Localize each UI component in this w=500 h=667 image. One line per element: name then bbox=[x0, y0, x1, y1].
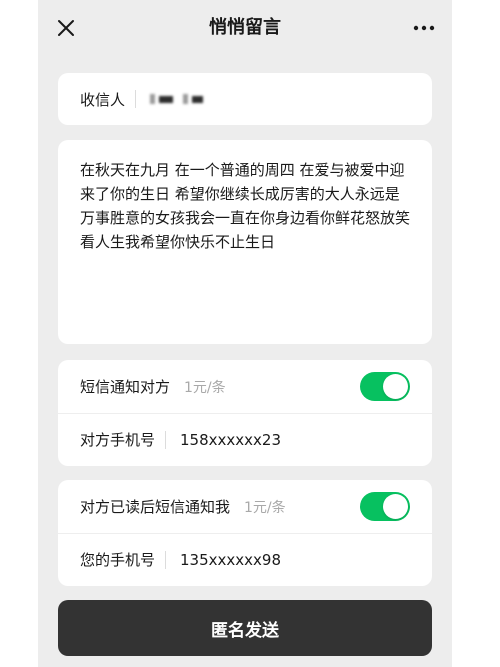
my-phone-input[interactable]: 135xxxxxx98 bbox=[180, 551, 281, 569]
field-separator bbox=[165, 550, 167, 569]
field-separator bbox=[165, 430, 167, 449]
message-card[interactable]: 在秋天在九月 在一个普通的周四 在爱与被爱中迎来了你的生日 希望你继续长成厉害的… bbox=[58, 140, 432, 344]
more-icon[interactable] bbox=[412, 18, 436, 38]
sms-notify-recipient-card: 短信通知对方 1元/条 对方手机号 158xxxxxx23 bbox=[58, 360, 432, 466]
field-separator bbox=[135, 90, 137, 108]
sms-notify-me-toggle[interactable] bbox=[360, 492, 410, 521]
message-textarea[interactable]: 在秋天在九月 在一个普通的周四 在爱与被爱中迎来了你的生日 希望你继续长成厉害的… bbox=[80, 158, 412, 254]
recipient-card: 收信人 bbox=[58, 73, 432, 125]
recipient-row[interactable]: 收信人 bbox=[58, 73, 432, 125]
my-phone-row[interactable]: 您的手机号 135xxxxxx98 bbox=[58, 533, 432, 586]
anonymous-send-button[interactable]: 匿名发送 bbox=[58, 600, 432, 656]
sms-notify-recipient-label: 短信通知对方 bbox=[80, 378, 171, 396]
sms-notify-recipient-toggle[interactable] bbox=[360, 372, 410, 401]
my-phone-label: 您的手机号 bbox=[80, 551, 156, 569]
sms-notify-me-label: 对方已读后短信通知我 bbox=[80, 498, 231, 516]
recipient-label: 收信人 bbox=[80, 90, 126, 109]
toggle-knob bbox=[383, 374, 408, 399]
recipient-value-redacted bbox=[150, 94, 204, 104]
recipient-phone-input[interactable]: 158xxxxxx23 bbox=[180, 431, 281, 449]
page-title: 悄悄留言 bbox=[209, 17, 281, 38]
app-screen: 悄悄留言 收信人 在秋天在九月 在一个普通的周四 在爱与被爱中迎来了你的生日 希… bbox=[38, 0, 452, 667]
toggle-knob bbox=[383, 494, 408, 519]
sms-notify-me-card: 对方已读后短信通知我 1元/条 您的手机号 135xxxxxx98 bbox=[58, 480, 432, 586]
sms-price-label: 1元/条 bbox=[244, 499, 286, 516]
sms-price-label: 1元/条 bbox=[184, 379, 226, 396]
recipient-phone-label: 对方手机号 bbox=[80, 431, 156, 449]
sms-notify-recipient-row: 短信通知对方 1元/条 bbox=[58, 360, 432, 413]
recipient-phone-row[interactable]: 对方手机号 158xxxxxx23 bbox=[58, 413, 432, 466]
sms-notify-me-row: 对方已读后短信通知我 1元/条 bbox=[58, 480, 432, 533]
navigation-bar: 悄悄留言 bbox=[38, 0, 452, 56]
